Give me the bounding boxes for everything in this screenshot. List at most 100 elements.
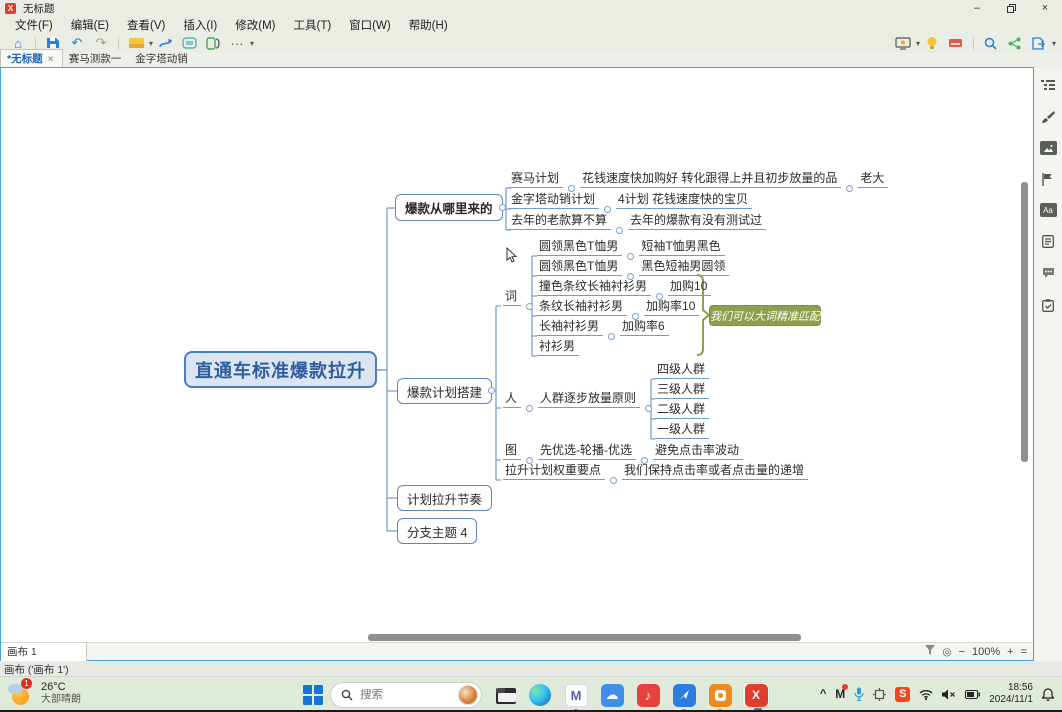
joint-icon[interactable] xyxy=(604,206,611,213)
tray-mic-icon[interactable] xyxy=(854,687,864,701)
topic-people[interactable]: 人 人群逐步放量原则 xyxy=(503,391,657,408)
joint-icon[interactable] xyxy=(645,405,652,412)
tray-im-icon[interactable]: M xyxy=(835,687,845,701)
expand-joint[interactable] xyxy=(499,204,506,211)
topic-word[interactable]: 词 xyxy=(503,289,538,306)
tray-window-icon[interactable] xyxy=(873,688,886,701)
row-saima-plan[interactable]: 赛马计划 花钱速度快加购好 转化跟得上并且初步放量的品 老大 xyxy=(509,171,888,188)
topic-text[interactable]: 人群逐步放量原则 xyxy=(538,391,640,408)
topic-text[interactable]: 加购率10 xyxy=(644,299,699,316)
tab-saima[interactable]: 赛马测款一 xyxy=(63,50,130,67)
row-word-3[interactable]: 撞色条纹长袖衬衫男 加购10 xyxy=(537,279,711,296)
topic-text[interactable]: 我们保持点击率或者点击量的递增 xyxy=(622,463,808,480)
topic-text[interactable]: 4计划 花钱速度快的宝贝 xyxy=(616,192,752,209)
topic-text[interactable]: 拉升计划权重要点 xyxy=(503,463,605,480)
topic-text[interactable]: 长袖衬衫男 xyxy=(537,319,603,336)
menu-window[interactable]: 窗口(W) xyxy=(340,16,400,34)
taskbar-search[interactable] xyxy=(330,682,482,708)
horizontal-scrollbar[interactable] xyxy=(368,634,801,641)
file-explorer-icon[interactable] xyxy=(492,682,520,708)
expand-joint[interactable] xyxy=(488,387,495,394)
row-jinzita-plan[interactable]: 金字塔动销计划 4计划 花钱速度快的宝贝 xyxy=(509,192,752,209)
row-weight[interactable]: 拉升计划权重要点 我们保持点击率或者点击量的递增 xyxy=(503,463,808,480)
central-topic[interactable]: 直通车标准爆款拉升 xyxy=(184,351,377,388)
topic-text[interactable]: 二级人群 xyxy=(655,402,709,419)
outline-icon[interactable] xyxy=(1040,77,1056,93)
tray-battery-icon[interactable] xyxy=(965,690,980,699)
joint-icon[interactable] xyxy=(616,227,623,234)
start-button[interactable] xyxy=(303,685,323,705)
topic-text[interactable]: 一级人群 xyxy=(655,422,709,439)
topic-plan-rhythm[interactable]: 计划拉升节奏 xyxy=(397,485,492,511)
tray-sogou-icon[interactable]: S xyxy=(895,687,910,702)
summary-button[interactable] xyxy=(204,34,222,52)
topic-text[interactable]: 撞色条纹长袖衬衫男 xyxy=(537,279,651,296)
music-app-icon[interactable]: ♪ xyxy=(634,682,662,708)
mindmaster-icon[interactable]: M xyxy=(562,682,590,708)
notification-bell-icon[interactable] xyxy=(1042,688,1054,701)
tab-jinzita[interactable]: 金字塔动销 xyxy=(129,50,196,67)
more-tools-button[interactable]: ··· xyxy=(228,34,246,52)
zoom-fit-button[interactable]: = xyxy=(1021,646,1027,658)
tab-untitled[interactable]: *无标题 × xyxy=(0,49,63,67)
topic-text[interactable]: 短袖T恤男黑色 xyxy=(639,239,724,256)
joint-icon[interactable] xyxy=(526,405,533,412)
format-brush-icon[interactable] xyxy=(1040,109,1056,125)
topic-text[interactable]: 三级人群 xyxy=(655,382,709,399)
lightbulb-button[interactable] xyxy=(923,34,941,52)
row-word-2[interactable]: 圆领黑色T恤男 黑色短袖男圆领 xyxy=(537,259,729,276)
camera-app-icon[interactable] xyxy=(706,682,734,708)
tray-chevron-up-icon[interactable]: ^ xyxy=(820,688,826,700)
style-dropdown-icon[interactable]: ▾ xyxy=(149,39,153,48)
joint-icon[interactable] xyxy=(526,303,533,310)
joint-icon[interactable] xyxy=(610,477,617,484)
tab-close-icon[interactable]: × xyxy=(48,53,54,65)
topic-text[interactable]: 人 xyxy=(503,391,521,408)
topic-text[interactable]: 金字塔动销计划 xyxy=(509,192,599,209)
export-dropdown-icon[interactable]: ▾ xyxy=(1052,39,1056,48)
row-word-5[interactable]: 长袖衬衫男 加购率6 xyxy=(537,319,669,336)
flag-icon[interactable] xyxy=(1040,171,1056,187)
vertical-scrollbar[interactable] xyxy=(1021,182,1028,462)
search-button[interactable] xyxy=(982,34,1000,52)
topic-branch-4[interactable]: 分支主题 4 xyxy=(397,518,477,544)
topic-text[interactable]: 四级人群 xyxy=(655,362,709,379)
restore-button[interactable] xyxy=(994,0,1028,16)
zoom-out-button[interactable]: − xyxy=(959,646,965,658)
row-group-1[interactable]: 一级人群 xyxy=(655,422,709,439)
presentation-dropdown-icon[interactable]: ▾ xyxy=(916,39,920,48)
topic-baokuan-from[interactable]: 爆款从哪里来的 xyxy=(395,194,503,221)
menu-help[interactable]: 帮助(H) xyxy=(400,16,457,34)
tray-volume-muted-icon[interactable] xyxy=(942,689,956,700)
topic-text[interactable]: 赛马计划 xyxy=(509,171,563,188)
row-word-1[interactable]: 圆领黑色T恤男 短袖T恤男黑色 xyxy=(537,239,725,256)
presentation-button[interactable] xyxy=(894,34,912,52)
topic-text[interactable]: 加购率6 xyxy=(620,319,669,336)
browser-app-icon[interactable] xyxy=(670,682,698,708)
topic-text[interactable]: 条纹长袖衬衫男 xyxy=(537,299,627,316)
row-pic[interactable]: 图 先优选-轮播-优选 避免点击率波动 xyxy=(503,443,743,460)
cloud-app-icon[interactable]: ☁ xyxy=(598,682,626,708)
topic-text[interactable]: 花钱速度快加购好 转化跟得上并且初步放量的品 xyxy=(580,171,841,188)
row-group-3[interactable]: 三级人群 xyxy=(655,382,709,399)
search-highlight-image[interactable] xyxy=(458,685,478,705)
note-icon[interactable] xyxy=(1040,233,1056,249)
comment-icon[interactable] xyxy=(1040,265,1056,281)
topic-text[interactable]: 词 xyxy=(503,289,521,306)
topic-text[interactable]: 黑色短袖男圆领 xyxy=(639,259,729,276)
topic-text[interactable]: 先优选-轮播-优选 xyxy=(538,443,636,460)
joint-icon[interactable] xyxy=(608,333,615,340)
topic-text[interactable]: 去年的老款算不算 xyxy=(509,213,611,230)
topic-text[interactable]: 图 xyxy=(503,443,521,460)
tray-wifi-icon[interactable] xyxy=(919,689,933,700)
weather-widget[interactable]: 1 26°C 大部晴朗 xyxy=(8,680,81,706)
watch-icon[interactable]: ◎ xyxy=(942,646,951,658)
image-icon[interactable] xyxy=(1040,141,1057,155)
menu-modify[interactable]: 修改(M) xyxy=(226,16,284,34)
marker-button[interactable] xyxy=(947,34,965,52)
close-button[interactable]: × xyxy=(1028,0,1062,16)
row-group-2[interactable]: 二级人群 xyxy=(655,402,709,419)
topic-text[interactable]: 衬衫男 xyxy=(537,339,579,356)
topic-text[interactable]: 圆领黑色T恤男 xyxy=(537,239,622,256)
canvas-tab[interactable]: 画布 1 xyxy=(1,643,87,661)
